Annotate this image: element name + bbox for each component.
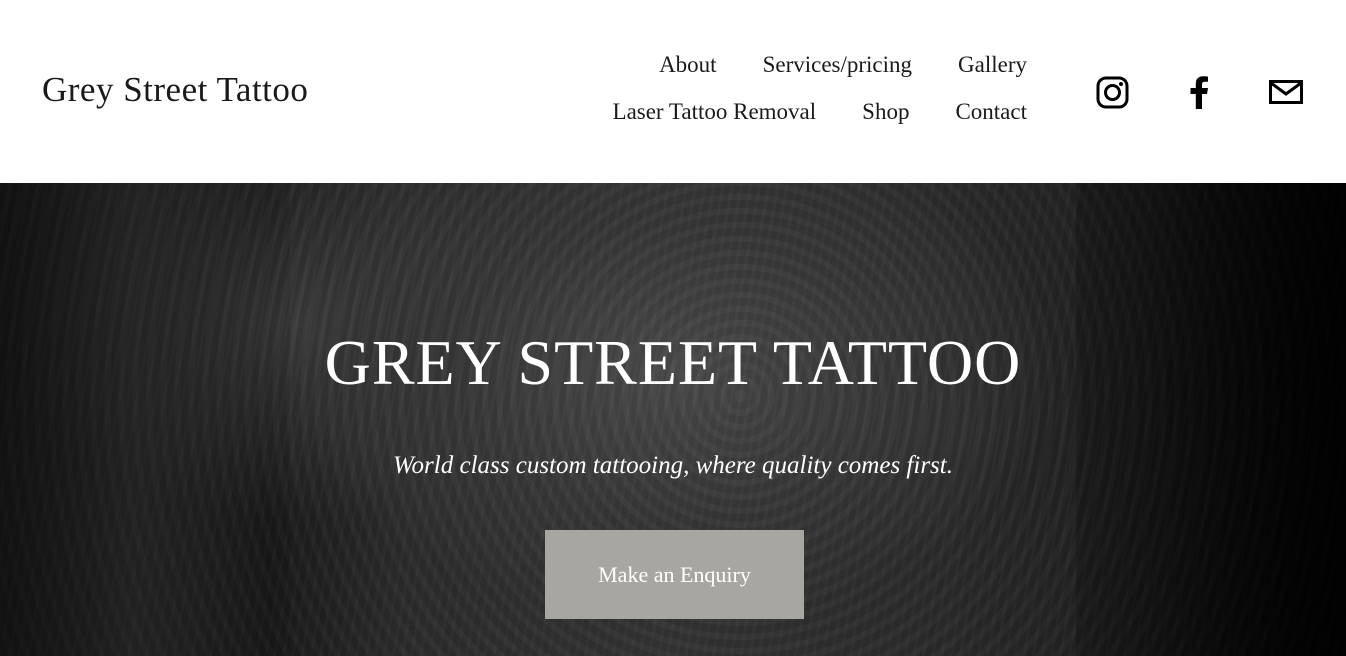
make-enquiry-button[interactable]: Make an Enquiry: [545, 530, 804, 619]
hero-heading: GREY STREET TATTOO: [324, 327, 1022, 398]
nav-laser-tattoo-removal[interactable]: Laser Tattoo Removal: [613, 97, 817, 126]
main-nav: About Services/pricing Gallery Laser Tat…: [387, 50, 1027, 126]
nav-contact[interactable]: Contact: [955, 97, 1027, 126]
hero-subheading: World class custom tattooing, where qual…: [393, 452, 953, 479]
nav-about[interactable]: About: [659, 50, 717, 79]
site-header: Grey Street Tattoo About Services/pricin…: [0, 0, 1346, 183]
site-title-link[interactable]: Grey Street Tattoo: [42, 70, 308, 110]
hero-banner: GREY STREET TATTOO World class custom ta…: [0, 183, 1346, 656]
email-icon[interactable]: [1268, 74, 1304, 110]
nav-shop[interactable]: Shop: [862, 97, 909, 126]
nav-gallery[interactable]: Gallery: [958, 50, 1027, 79]
nav-services-pricing[interactable]: Services/pricing: [763, 50, 912, 79]
social-links: [1094, 74, 1304, 110]
instagram-icon[interactable]: [1094, 74, 1130, 110]
facebook-icon[interactable]: [1181, 74, 1217, 110]
